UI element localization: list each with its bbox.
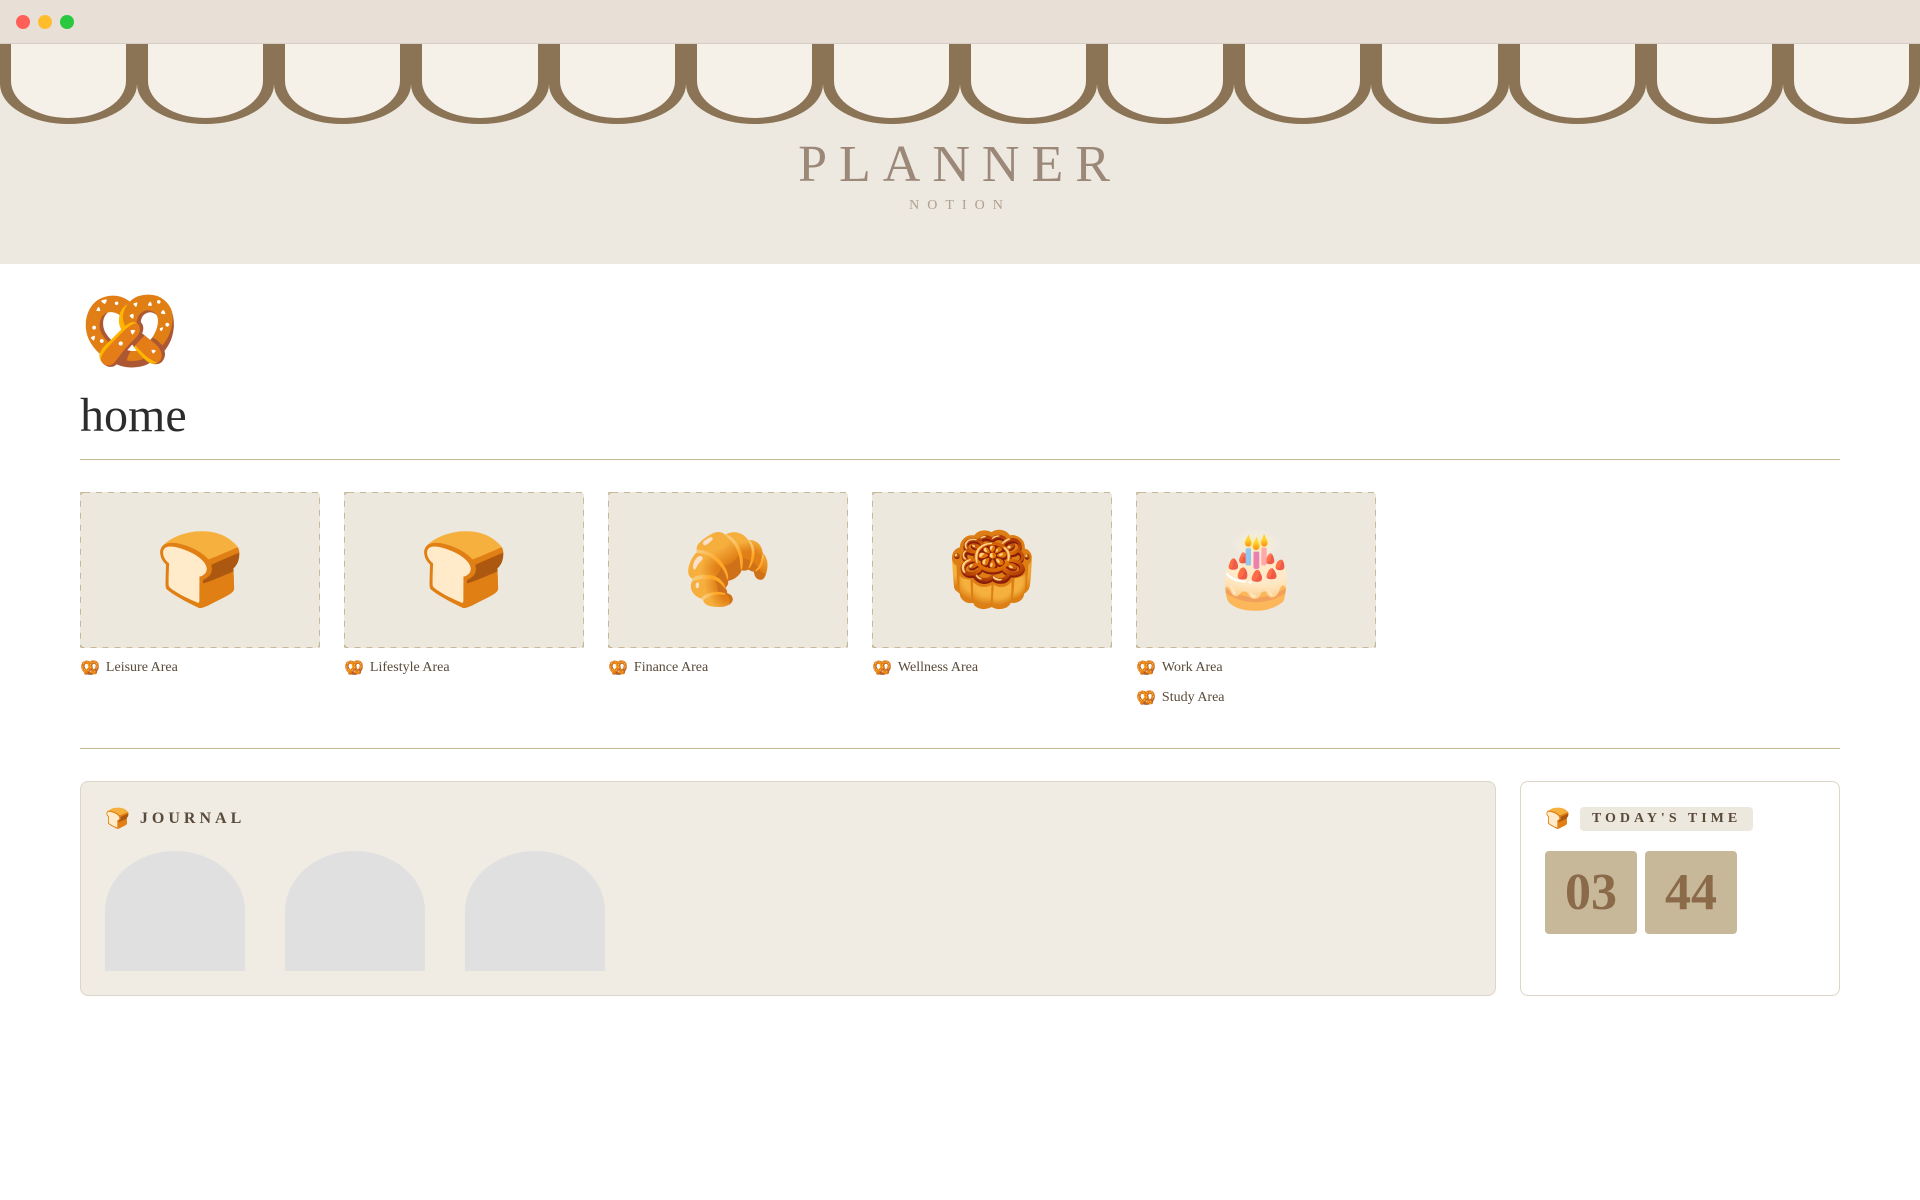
page-body: 🥨 home 🍞 🥨 Leisure Area	[0, 264, 1920, 996]
header-banner: PLANNER NOTION	[0, 44, 1920, 264]
close-button[interactable]	[16, 15, 30, 29]
leisure-food-icon: 🍞	[155, 534, 245, 606]
study-label-text: Study Area	[1162, 690, 1225, 706]
lifestyle-card[interactable]: 🍞	[344, 492, 584, 648]
journal-header: 🍞 JOURNAL	[105, 806, 1471, 831]
study-label[interactable]: 🥨 Study Area	[1136, 688, 1376, 708]
lifestyle-label-text: Lifestyle Area	[370, 660, 450, 676]
finance-food-icon: 🥐	[683, 534, 773, 606]
journal-circle-3	[465, 851, 605, 971]
pretzel-area: 🥨	[0, 264, 1920, 378]
work-label-text: Work Area	[1162, 660, 1223, 676]
time-card[interactable]: 🍞 TODAY'S TIME 03 44	[1520, 781, 1840, 996]
work-card[interactable]: 🎂	[1136, 492, 1376, 648]
finance-card-wrapper: 🥐 🥨 Finance Area	[608, 492, 848, 708]
time-display: 03 44	[1545, 851, 1815, 934]
journal-circles	[105, 851, 1471, 971]
lifestyle-pretzel-icon: 🥨	[344, 658, 364, 678]
maximize-button[interactable]	[60, 15, 74, 29]
lifestyle-food-icon: 🍞	[419, 534, 509, 606]
time-icon: 🍞	[1545, 806, 1570, 831]
work-food-icon: 🎂	[1211, 534, 1301, 606]
page-title: home	[80, 388, 1840, 443]
time-header: 🍞 TODAY'S TIME	[1545, 806, 1815, 831]
journal-icon: 🍞	[105, 806, 130, 831]
finance-label[interactable]: 🥨 Finance Area	[608, 658, 848, 678]
notion-subtitle: NOTION	[798, 198, 1122, 214]
minimize-button[interactable]	[38, 15, 52, 29]
window-chrome	[0, 0, 1920, 44]
time-title: TODAY'S TIME	[1580, 807, 1753, 831]
top-divider	[80, 459, 1840, 460]
wellness-card-wrapper: 🥮 🥨 Wellness Area	[872, 492, 1112, 708]
planner-title: PLANNER	[798, 135, 1122, 194]
work-label[interactable]: 🥨 Work Area	[1136, 658, 1376, 678]
journal-circle-2	[285, 851, 425, 971]
work-pretzel-icon: 🥨	[1136, 658, 1156, 678]
finance-card[interactable]: 🥐	[608, 492, 848, 648]
finance-pretzel-icon: 🥨	[608, 658, 628, 678]
lifestyle-label[interactable]: 🥨 Lifestyle Area	[344, 658, 584, 678]
cards-section: 🍞 🥨 Leisure Area 🍞 🥨 Lifestyle Area	[0, 492, 1920, 708]
leisure-card[interactable]: 🍞	[80, 492, 320, 648]
banner-title-area: PLANNER NOTION	[798, 135, 1122, 214]
bottom-divider	[80, 748, 1840, 749]
wellness-card[interactable]: 🥮	[872, 492, 1112, 648]
awning	[0, 44, 1920, 139]
journal-circle-1	[105, 851, 245, 971]
journal-title: JOURNAL	[140, 810, 245, 828]
leisure-label-text: Leisure Area	[106, 660, 178, 676]
leisure-card-wrapper: 🍞 🥨 Leisure Area	[80, 492, 320, 708]
bottom-section: 🍞 JOURNAL 🍞 TODAY'S TIME 03 44	[0, 781, 1920, 996]
pretzel-icon: 🥨	[80, 284, 180, 378]
lifestyle-card-wrapper: 🍞 🥨 Lifestyle Area	[344, 492, 584, 708]
home-heading-area: home	[0, 378, 1920, 459]
wellness-label[interactable]: 🥨 Wellness Area	[872, 658, 1112, 678]
study-pretzel-icon: 🥨	[1136, 688, 1156, 708]
leisure-pretzel-icon: 🥨	[80, 658, 100, 678]
finance-label-text: Finance Area	[634, 660, 708, 676]
wellness-food-icon: 🥮	[947, 534, 1037, 606]
wellness-pretzel-icon: 🥨	[872, 658, 892, 678]
work-card-wrapper: 🎂 🥨 Work Area 🥨 Study Area	[1136, 492, 1376, 708]
journal-card[interactable]: 🍞 JOURNAL	[80, 781, 1496, 996]
leisure-label[interactable]: 🥨 Leisure Area	[80, 658, 320, 678]
time-minutes: 44	[1645, 851, 1737, 934]
time-hours: 03	[1545, 851, 1637, 934]
wellness-label-text: Wellness Area	[898, 660, 978, 676]
